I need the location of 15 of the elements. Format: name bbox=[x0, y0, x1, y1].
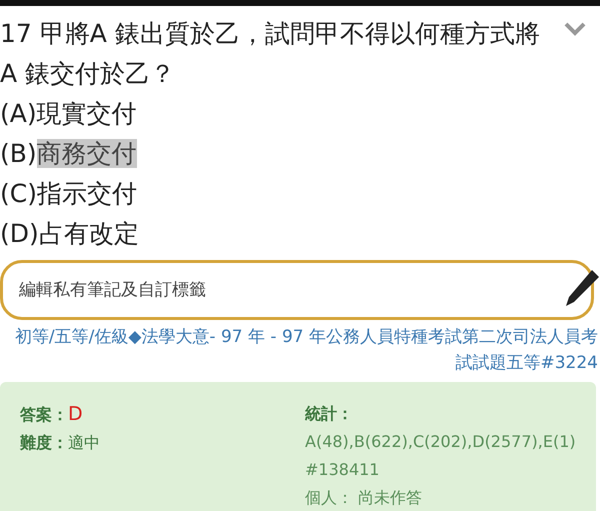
option-text: (B)商務交付 bbox=[0, 138, 138, 170]
option-text: (A)現實交付 bbox=[0, 98, 138, 130]
answer-text: 答案：D bbox=[20, 402, 84, 427]
option-text: (C)指示交付 bbox=[0, 178, 138, 210]
stats-text: A(48),B(622),C(202),D(2577),E(1) bbox=[305, 431, 576, 453]
question-id: #138411 bbox=[305, 459, 380, 481]
question-text: 17 甲將A 錶出質於乙，試問甲不得以何種方式將A 錶交付於乙？ bbox=[0, 18, 541, 90]
option-text: (D)占有改定 bbox=[0, 218, 140, 250]
personal-status: 個人： 尚未作答 bbox=[305, 487, 424, 509]
pencil-icon[interactable] bbox=[564, 268, 600, 308]
note-field[interactable]: 編輯私有筆記及自訂標籤 bbox=[0, 260, 594, 320]
chevron-down-icon[interactable] bbox=[564, 22, 586, 36]
difficulty-text: 難度：適中 bbox=[20, 432, 101, 454]
stats-label: 統計： bbox=[305, 403, 354, 425]
source-link[interactable]: 初等/五等/佐級◆法學大意- 97 年 - 97 年公務人員特種考試第二次司法人員考試試題五等#3224 bbox=[0, 320, 600, 376]
